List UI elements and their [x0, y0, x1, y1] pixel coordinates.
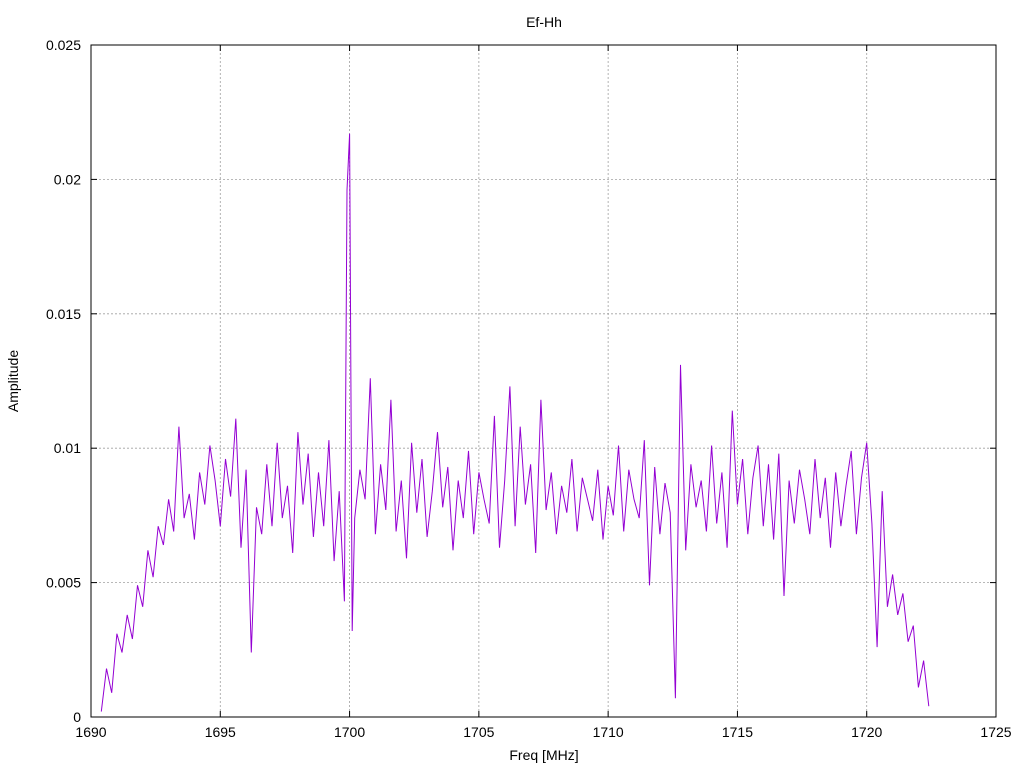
y-axis-title: Amplitude [5, 350, 21, 412]
x-tick-label: 1715 [722, 724, 753, 740]
x-tick-label: 1690 [75, 724, 106, 740]
y-tick-label: 0.015 [46, 306, 81, 322]
y-tick-label: 0.01 [54, 440, 81, 456]
axis-ticks [90, 44, 997, 718]
grid [91, 45, 996, 717]
series-line [100, 133, 930, 712]
y-tick-label: 0 [73, 709, 81, 725]
x-axis-title: Freq [MHz] [509, 747, 578, 763]
y-tick-label: 0.005 [46, 575, 81, 591]
x-tick-label: 1725 [980, 724, 1011, 740]
x-tick-label: 1700 [334, 724, 365, 740]
chart-title: Ef-Hh [526, 14, 562, 30]
y-tick-label: 0.02 [54, 171, 81, 187]
chart: 1690 1695 1700 1705 1710 1715 1720 1725 0 0.005 0.… [5, 14, 1012, 763]
y-tick-label: 0.025 [46, 37, 81, 53]
x-tick-label: 1695 [205, 724, 236, 740]
x-tick-label: 1705 [463, 724, 494, 740]
x-tick-label: 1720 [851, 724, 882, 740]
x-tick-label: 1710 [593, 724, 624, 740]
plot-frame [90, 44, 997, 718]
